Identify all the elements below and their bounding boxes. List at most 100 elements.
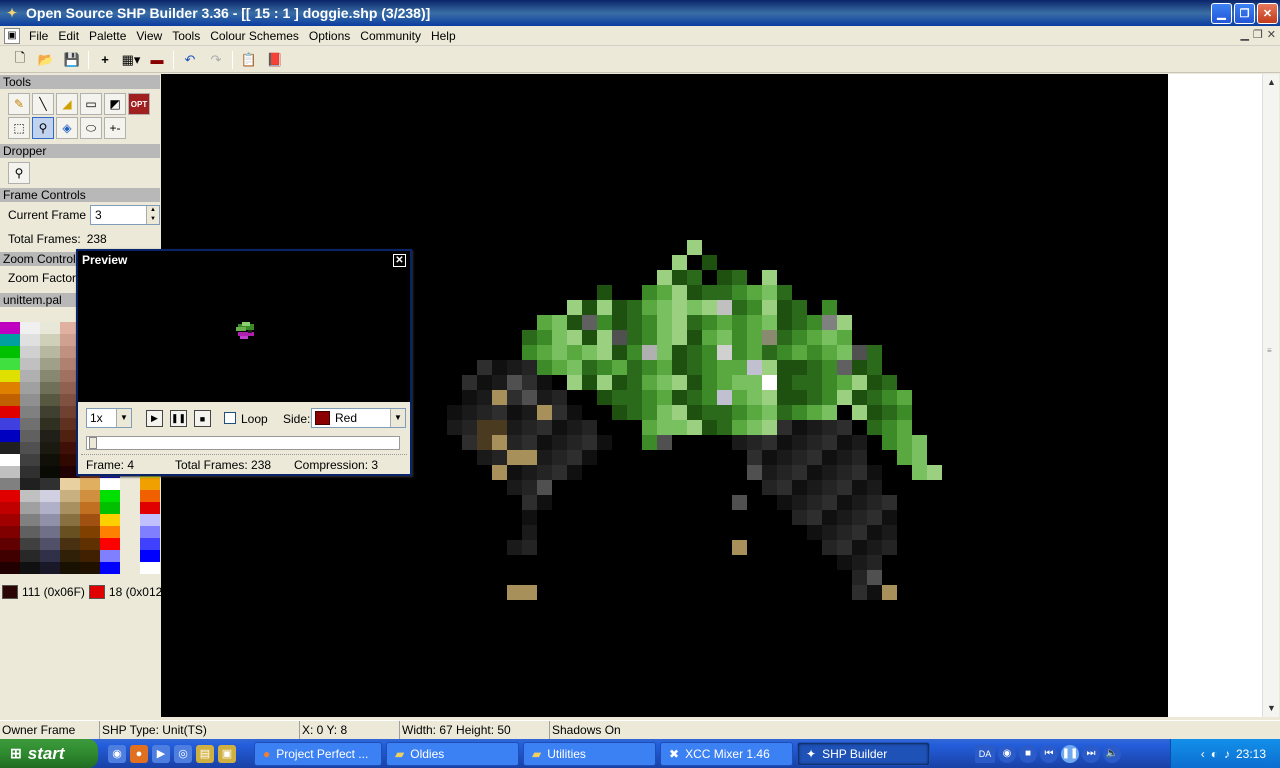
eraser-icon[interactable]: ◢ xyxy=(56,93,78,115)
redo-icon[interactable]: ↷ xyxy=(206,50,226,70)
palette-swatch[interactable] xyxy=(20,550,40,562)
task-oldies[interactable]: ▰ Oldies xyxy=(386,741,519,766)
scroll-grip-icon[interactable]: ≡ xyxy=(1267,346,1272,355)
palette-swatch[interactable] xyxy=(40,478,60,490)
palette-swatch[interactable] xyxy=(40,406,60,418)
vertical-scrollbar[interactable]: ▲ ≡ ▼ xyxy=(1262,74,1279,717)
task-project-perfect[interactable]: ● Project Perfect ... xyxy=(254,741,382,766)
palette-swatch[interactable] xyxy=(40,502,60,514)
palette-swatch[interactable] xyxy=(40,526,60,538)
menu-community[interactable]: Community xyxy=(355,29,426,43)
palette-swatch[interactable] xyxy=(40,370,60,382)
palette-swatch[interactable] xyxy=(0,466,20,478)
task-utilities[interactable]: ▰ Utilities xyxy=(523,741,656,766)
color-swap-icon[interactable]: ◩ xyxy=(104,93,126,115)
palette-swatch[interactable] xyxy=(0,478,20,490)
palette-swatch[interactable] xyxy=(20,406,40,418)
palette-swatch[interactable] xyxy=(20,418,40,430)
palette-swatch[interactable] xyxy=(20,358,40,370)
palette-swatch[interactable] xyxy=(0,514,20,526)
menu-view[interactable]: View xyxy=(131,29,167,43)
mdi-minimize-button[interactable]: ▁ xyxy=(1240,28,1248,41)
menu-edit[interactable]: Edit xyxy=(53,29,84,43)
palette-swatch[interactable] xyxy=(80,490,100,502)
palette-swatch[interactable] xyxy=(0,550,20,562)
palette-swatch[interactable] xyxy=(80,538,100,550)
palette-swatch[interactable] xyxy=(40,562,60,574)
scroll-down-icon[interactable]: ▼ xyxy=(1263,700,1280,717)
dropdown-arrow-icon[interactable]: ▼ xyxy=(390,409,405,427)
ellipse-icon[interactable]: ⬭ xyxy=(80,117,102,139)
next-icon[interactable]: ⏭ xyxy=(1082,744,1100,763)
palette-swatch[interactable] xyxy=(0,562,20,574)
palette-swatch[interactable] xyxy=(140,514,160,526)
palette-swatch[interactable] xyxy=(40,442,60,454)
quicklaunch-icon[interactable]: ◉ xyxy=(108,744,126,763)
palette-swatch[interactable] xyxy=(0,442,20,454)
palette-swatch[interactable] xyxy=(60,538,80,550)
pause-icon[interactable]: ❚❚ xyxy=(1061,744,1079,763)
palette-swatch[interactable] xyxy=(0,358,20,370)
pause-icon[interactable]: ❚❚ xyxy=(170,410,187,427)
palette-swatch[interactable] xyxy=(40,418,60,430)
media-icon[interactable]: ▶ xyxy=(152,744,170,763)
maximize-button[interactable]: ❐ xyxy=(1234,3,1255,24)
palette-swatch[interactable] xyxy=(140,538,160,550)
palette-swatch[interactable] xyxy=(20,370,40,382)
menu-colour-schemes[interactable]: Colour Schemes xyxy=(205,29,304,43)
palette-swatch[interactable] xyxy=(40,382,60,394)
palette-swatch[interactable] xyxy=(140,502,160,514)
palette-swatch[interactable] xyxy=(0,454,20,466)
palette-swatch[interactable] xyxy=(60,526,80,538)
dropper-icon[interactable]: ⚲ xyxy=(32,117,54,139)
menu-options[interactable]: Options xyxy=(304,29,355,43)
menu-help[interactable]: Help xyxy=(426,29,461,43)
task-shp-builder[interactable]: ✦ SHP Builder xyxy=(797,741,930,766)
dropper-option-icon[interactable]: ⚲ xyxy=(8,162,30,184)
palette-swatch[interactable] xyxy=(20,478,40,490)
palette-swatch[interactable] xyxy=(20,454,40,466)
palette-swatch[interactable] xyxy=(20,490,40,502)
palette-swatch[interactable] xyxy=(40,454,60,466)
palette-swatch[interactable] xyxy=(40,430,60,442)
palette-swatch[interactable] xyxy=(20,442,40,454)
palette-swatch[interactable] xyxy=(100,502,120,514)
network-icon[interactable]: ◐ xyxy=(1211,747,1218,761)
line-icon[interactable]: ╲ xyxy=(32,93,54,115)
palette-swatch[interactable] xyxy=(0,322,20,334)
palette-swatch[interactable] xyxy=(40,334,60,346)
volume-icon[interactable]: 🔈 xyxy=(1103,744,1121,763)
app-icon[interactable]: ✦ xyxy=(4,5,20,21)
open-icon[interactable]: 📂 xyxy=(36,50,56,70)
palette-swatch[interactable] xyxy=(40,466,60,478)
palette-swatch[interactable] xyxy=(100,526,120,538)
tray-arrow-icon[interactable]: ‹ xyxy=(1201,747,1205,761)
palette-swatch[interactable] xyxy=(20,538,40,550)
explorer-icon[interactable]: ▤ xyxy=(196,744,214,763)
palette-swatch[interactable] xyxy=(0,406,20,418)
palette-swatch[interactable] xyxy=(20,430,40,442)
undo-icon[interactable]: ↶ xyxy=(180,50,200,70)
play-icon[interactable]: ▶ xyxy=(146,410,163,427)
minimize-button[interactable]: ▁ xyxy=(1211,3,1232,24)
palette-swatch[interactable] xyxy=(20,514,40,526)
palette-swatch[interactable] xyxy=(0,502,20,514)
save-icon[interactable]: 💾 xyxy=(62,50,82,70)
palette-swatch[interactable] xyxy=(40,322,60,334)
palette-swatch[interactable] xyxy=(100,538,120,550)
palette-swatch[interactable] xyxy=(0,334,20,346)
clipboard-icon[interactable]: 📋 xyxy=(239,50,259,70)
palette-swatch[interactable] xyxy=(100,562,120,574)
start-button[interactable]: ⊞ start xyxy=(0,739,98,768)
side-select[interactable]: Red ▼ xyxy=(311,408,406,428)
firefox-icon[interactable]: ● xyxy=(130,744,148,763)
select-icon[interactable]: ⬚ xyxy=(8,117,30,139)
palette-swatch[interactable] xyxy=(0,418,20,430)
palette-swatch[interactable] xyxy=(20,382,40,394)
palette-swatch[interactable] xyxy=(20,562,40,574)
stop-icon[interactable]: ■ xyxy=(194,410,211,427)
menu-tools[interactable]: Tools xyxy=(167,29,205,43)
palette-swatch[interactable] xyxy=(80,550,100,562)
disc-icon[interactable]: ◎ xyxy=(174,744,192,763)
speed-select[interactable]: 1x ▼ xyxy=(86,408,132,428)
